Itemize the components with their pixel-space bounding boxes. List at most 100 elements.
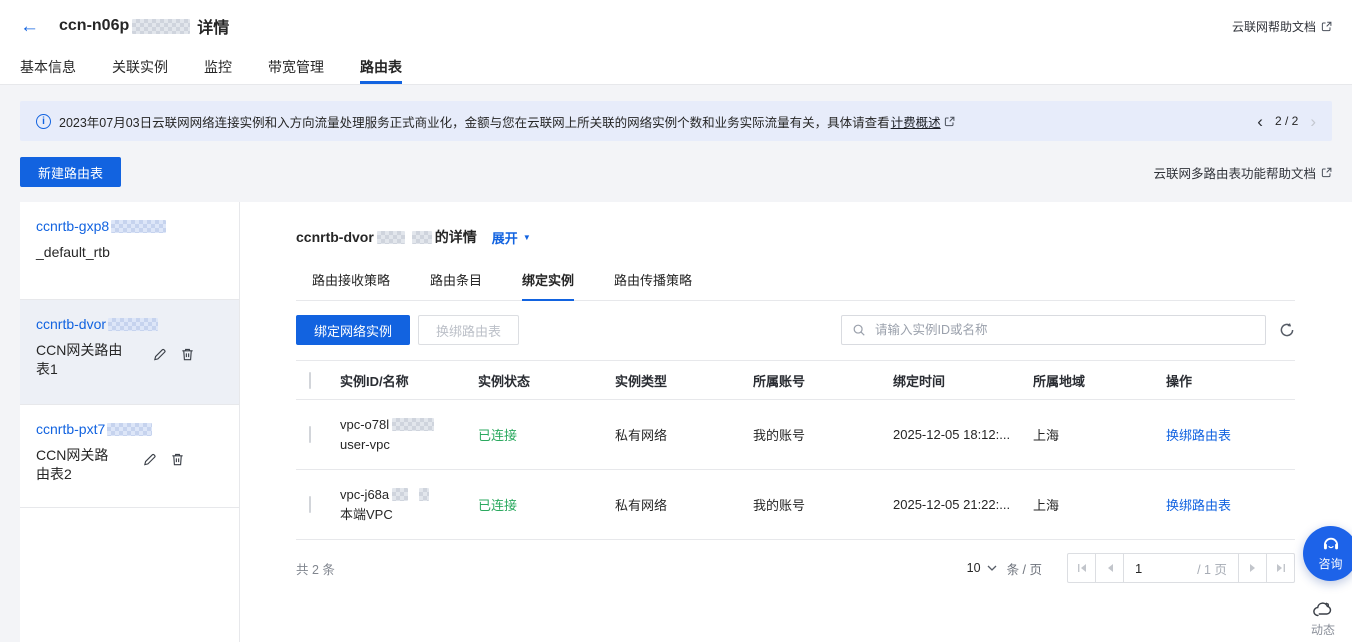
- table-toolbar: 绑定网络实例 换绑路由表: [296, 315, 1295, 345]
- route-table-detail: ccnrtb-dvor的详情 展开 ▼ 路由接收策略 路由条目 绑定实例 路由传…: [240, 202, 1352, 642]
- instance-type: 私有网络: [615, 495, 753, 514]
- banner-page-indicator: 2 / 2: [1275, 114, 1298, 128]
- refresh-button[interactable]: [1279, 322, 1295, 338]
- cloud-icon: [1312, 601, 1334, 618]
- page-title-suffix: 详情: [197, 14, 229, 38]
- route-table-id-link[interactable]: ccnrtb-pxt7: [36, 421, 152, 437]
- page-input[interactable]: [1124, 554, 1186, 582]
- banner-pager: ‹ 2 / 2 ›: [1257, 113, 1316, 130]
- delete-icon[interactable]: [170, 452, 185, 467]
- multi-route-table-help-label: 云联网多路由表功能帮助文档: [1153, 163, 1316, 182]
- rebind-route-table-button[interactable]: 换绑路由表: [418, 315, 519, 345]
- chevron-down-icon: [987, 565, 997, 571]
- primary-tabs: 基本信息 关联实例 监控 带宽管理 路由表: [0, 52, 1352, 85]
- page-title: ccn-n06p 详情: [59, 14, 229, 38]
- col-bind-time: 绑定时间: [893, 371, 1033, 390]
- external-link-icon: [1321, 21, 1332, 32]
- route-table-name: CCN网关路由表2: [36, 446, 112, 484]
- page-total-label: / 1 页: [1186, 554, 1238, 582]
- edit-icon[interactable]: [142, 452, 157, 467]
- instances-table: 实例ID/名称 实例状态 实例类型 所属账号 绑定时间 所属地域 操作 vpc-…: [296, 360, 1295, 583]
- account: 我的账号: [753, 495, 893, 514]
- external-link-icon: [944, 116, 955, 127]
- prev-page-icon: [1105, 563, 1115, 573]
- expand-label: 展开: [492, 228, 518, 247]
- prev-page-button[interactable]: [1096, 554, 1124, 582]
- detail-header: ccnrtb-dvor的详情 展开 ▼: [296, 227, 1295, 247]
- tab-basic-info[interactable]: 基本信息: [20, 52, 76, 84]
- bind-time: 2025-12-05 18:12:...: [893, 427, 1033, 442]
- redacted-text: [419, 488, 429, 501]
- route-table-item-2[interactable]: ccnrtb-pxt7 CCN网关路由表2: [20, 405, 239, 508]
- last-page-button[interactable]: [1266, 554, 1294, 582]
- consult-button[interactable]: 咨询: [1303, 526, 1352, 581]
- account: 我的账号: [753, 425, 893, 444]
- route-table-list: ccnrtb-gxp8 _default_rtb ccnrtb-dvor CCN…: [20, 202, 240, 642]
- edit-icon[interactable]: [152, 347, 167, 362]
- redacted-text: [108, 318, 158, 331]
- redacted-text: [132, 19, 190, 34]
- select-all-checkbox[interactable]: [309, 372, 311, 389]
- page-size-select[interactable]: 10 条 / 页: [967, 559, 1042, 578]
- route-table-id-link[interactable]: ccnrtb-gxp8: [36, 218, 166, 234]
- action-row: 新建路由表 云联网多路由表功能帮助文档: [20, 157, 1332, 187]
- notice-banner: i 2023年07月03日云联网网络连接实例和入方向流量处理服务正式商业化，金额…: [20, 101, 1332, 141]
- last-page-icon: [1276, 563, 1286, 573]
- delete-icon[interactable]: [180, 347, 195, 362]
- headset-icon: [1321, 535, 1341, 553]
- consult-label: 咨询: [1318, 555, 1342, 572]
- billing-overview-link[interactable]: 计费概述: [891, 112, 941, 131]
- route-table-item-default[interactable]: ccnrtb-gxp8 _default_rtb: [20, 202, 239, 300]
- tab-route-table[interactable]: 路由表: [360, 52, 402, 84]
- col-region: 所属地域: [1033, 371, 1166, 390]
- redacted-text: [392, 418, 434, 431]
- help-doc-link[interactable]: 云联网帮助文档: [1232, 18, 1332, 35]
- redacted-text: [377, 231, 405, 244]
- col-instance-status: 实例状态: [478, 371, 615, 390]
- main-panel: ccnrtb-gxp8 _default_rtb ccnrtb-dvor CCN…: [20, 202, 1352, 642]
- first-page-button[interactable]: [1068, 554, 1096, 582]
- instance-name: user-vpc: [340, 437, 390, 452]
- banner-prev-icon[interactable]: ‹: [1257, 113, 1263, 130]
- tab-associated-instances[interactable]: 关联实例: [112, 52, 168, 84]
- total-count: 共 2 条: [296, 559, 335, 578]
- instance-id-cell: vpc-o78l user-vpc: [340, 415, 478, 455]
- multi-route-table-help-link[interactable]: 云联网多路由表功能帮助文档: [1153, 163, 1332, 182]
- instance-search[interactable]: [841, 315, 1266, 345]
- route-table-item-selected[interactable]: ccnrtb-dvor CCN网关路由表1: [20, 300, 239, 405]
- back-arrow-icon[interactable]: ←: [20, 17, 39, 36]
- col-operation: 操作: [1166, 371, 1295, 390]
- instance-id-cell: vpc-j68a 本端VPC: [340, 485, 478, 525]
- tab-route-receive-policy[interactable]: 路由接收策略: [312, 270, 390, 300]
- redacted-text: [111, 220, 166, 233]
- redacted-text: [392, 488, 408, 501]
- expand-toggle[interactable]: 展开 ▼: [492, 228, 531, 247]
- banner-next-icon[interactable]: ›: [1310, 113, 1316, 130]
- create-route-table-button[interactable]: 新建路由表: [20, 157, 121, 187]
- caret-down-icon: ▼: [523, 233, 531, 242]
- tab-monitor[interactable]: 监控: [204, 52, 232, 84]
- tab-route-entries[interactable]: 路由条目: [430, 270, 482, 300]
- search-input[interactable]: [873, 322, 1255, 338]
- tab-bound-instances[interactable]: 绑定实例: [522, 270, 574, 300]
- status-badge: 已连接: [478, 495, 615, 514]
- instance-name: 本端VPC: [340, 507, 393, 522]
- news-button[interactable]: 动态: [1300, 601, 1346, 638]
- instance-id: vpc-o78l: [340, 415, 389, 435]
- route-table-id-link[interactable]: ccnrtb-dvor: [36, 316, 158, 332]
- tab-bandwidth-management[interactable]: 带宽管理: [268, 52, 324, 84]
- bind-time: 2025-12-05 21:22:...: [893, 497, 1033, 512]
- row-checkbox[interactable]: [309, 426, 311, 443]
- table-row: vpc-o78l user-vpc 已连接 私有网络 我的账号 2025-12-…: [296, 400, 1295, 470]
- rebind-action-link[interactable]: 换绑路由表: [1166, 425, 1295, 444]
- table-footer: 共 2 条 10 条 / 页 / 1 页: [296, 553, 1295, 583]
- rebind-action-link[interactable]: 换绑路由表: [1166, 495, 1295, 514]
- bind-instance-button[interactable]: 绑定网络实例: [296, 315, 410, 345]
- refresh-icon: [1279, 322, 1295, 338]
- first-page-icon: [1077, 563, 1087, 573]
- table-row: vpc-j68a 本端VPC 已连接 私有网络 我的账号 2025-12-05 …: [296, 470, 1295, 540]
- row-checkbox[interactable]: [309, 496, 311, 513]
- next-page-button[interactable]: [1238, 554, 1266, 582]
- tab-route-propagation-policy[interactable]: 路由传播策略: [614, 270, 692, 300]
- redacted-text: [107, 423, 152, 436]
